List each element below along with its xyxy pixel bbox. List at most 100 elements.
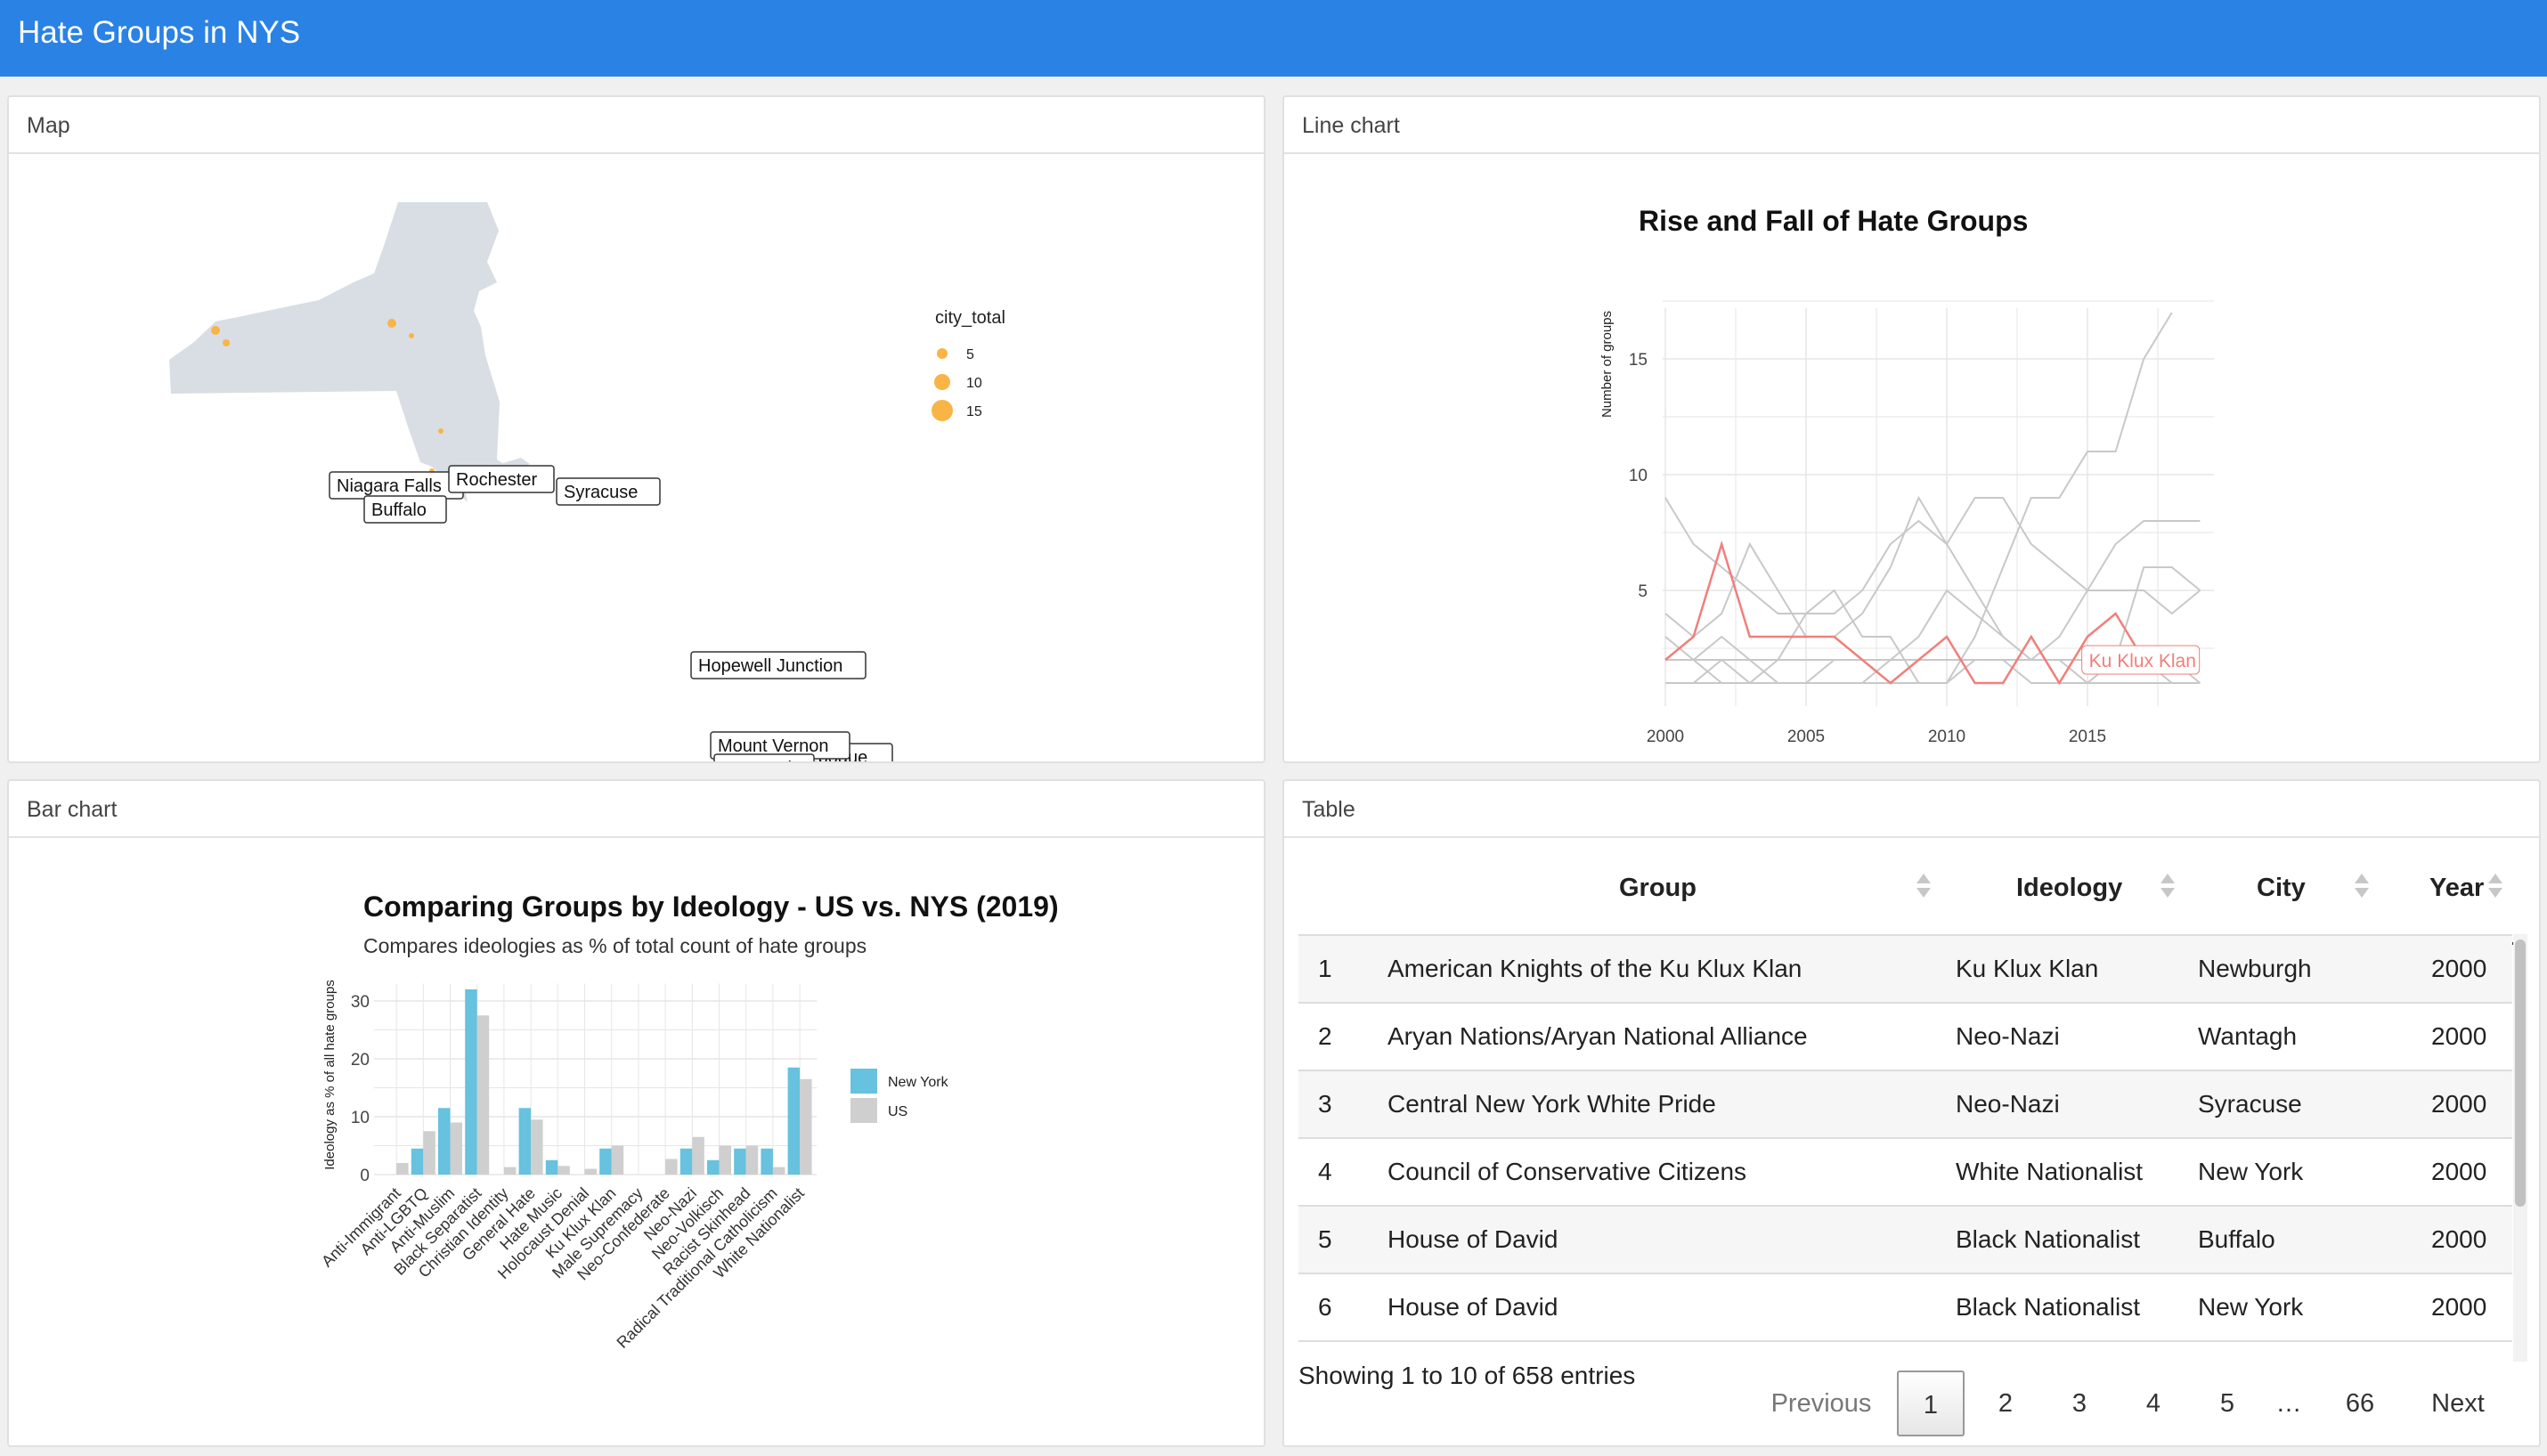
cell-group: Central New York White Pride <box>1387 1090 1716 1118</box>
legend-size-label: 5 <box>966 347 974 362</box>
table-row[interactable]: 5 House of David Black Nationalist Buffalo 2… <box>1298 1205 2512 1273</box>
sort-icon[interactable] <box>2488 872 2502 902</box>
table-row[interactable]: 2 Aryan Nations/Aryan National Alliance Ne… <box>1298 1002 2512 1070</box>
row-index: 4 <box>1318 1158 1332 1185</box>
map-city-point[interactable] <box>387 319 396 328</box>
legend-label: US <box>888 1104 907 1119</box>
pagination-page-5[interactable]: 5 <box>2193 1371 2261 1436</box>
table-row[interactable]: 4 Council of Conservative Citizens White N… <box>1298 1137 2512 1205</box>
x-tick-label: 2005 <box>1787 728 1825 746</box>
table-row[interactable]: 1 American Knights of the Ku Klux Klan Ku … <box>1298 934 2512 1002</box>
cell-city: Newburgh <box>2198 955 2312 982</box>
map-city-point[interactable] <box>409 333 414 338</box>
sort-icon[interactable] <box>2160 872 2175 902</box>
cell-group: American Knights of the Ku Klux Klan <box>1387 955 1802 982</box>
annotation-label: Ku Klux Klan <box>2089 651 2196 671</box>
y-tick-label: 15 <box>1629 351 1648 370</box>
cell-city: Wantagh <box>2198 1022 2298 1050</box>
pagination-previous[interactable]: Previous <box>1763 1371 1879 1436</box>
line-series <box>1664 312 2201 686</box>
pagination-page-1[interactable]: 1 <box>1897 1371 1965 1436</box>
row-index: 6 <box>1318 1293 1332 1321</box>
map-city-point[interactable] <box>211 326 220 335</box>
pagination-page-66[interactable]: 66 <box>2324 1371 2396 1436</box>
pagination-next[interactable]: Next <box>2413 1371 2502 1436</box>
sort-icon[interactable] <box>2355 872 2369 902</box>
bar-us <box>450 1122 462 1175</box>
legend-size-point <box>937 348 948 359</box>
line-chart[interactable]: Rise and Fall of Hate Groups Number of g… <box>1284 97 2541 763</box>
svg-text:New York: New York <box>721 759 797 763</box>
bar-legend: New York US <box>850 1069 949 1123</box>
panel-title: Table <box>1302 797 1355 822</box>
map-city-label: Niagara Falls <box>329 471 464 500</box>
line-chart-panel: Line chart Rise and Fall of Hate Groups … <box>1282 95 2541 763</box>
svg-text:Niagara Falls: Niagara Falls <box>337 476 442 496</box>
bar-chart-panel: Bar chart Comparing Groups by Ideology -… <box>7 779 1265 1447</box>
pagination-page-3[interactable]: 3 <box>2046 1371 2113 1436</box>
col-header-year[interactable]: Year <box>2429 874 2484 903</box>
bar-new-york <box>599 1148 612 1175</box>
col-header-city[interactable]: City <box>2257 874 2306 903</box>
cell-group: House of David <box>1387 1293 1558 1321</box>
legend-swatch <box>850 1098 877 1123</box>
cell-year: 2000 <box>2431 1090 2487 1118</box>
pagination-page-4[interactable]: 4 <box>2120 1371 2187 1436</box>
map-city-point[interactable] <box>223 339 230 346</box>
cell-ideology: Black Nationalist <box>1956 1225 2140 1253</box>
table-row[interactable]: 3 Central New York White Pride Neo-Nazi Syr… <box>1298 1070 2512 1137</box>
map-plot[interactable]: ...ows...pogueNiagara FallsRochesterBuff… <box>9 97 1265 763</box>
bar-bars: Anti-ImmigrantAnti-LGBTQAnti-MuslimBlack… <box>318 989 812 1352</box>
bar-new-york <box>787 1067 801 1175</box>
cell-ideology: Black Nationalist <box>1956 1293 2140 1321</box>
bar-chart-title: Comparing Groups by Ideology - US vs. NY… <box>363 891 1059 923</box>
legend-swatch <box>850 1069 877 1094</box>
bar-us <box>800 1078 812 1175</box>
cell-group: House of David <box>1387 1225 1558 1253</box>
pagination-ellipsis: … <box>2275 1389 2302 1418</box>
cell-ideology: Ku Klux Klan <box>1956 955 2099 982</box>
bar-us <box>611 1145 624 1175</box>
bar-chart[interactable]: Comparing Groups by Ideology - US vs. NY… <box>9 781 1265 1447</box>
row-index: 1 <box>1318 955 1332 982</box>
cell-group: Aryan Nations/Aryan National Alliance <box>1387 1022 1808 1050</box>
bar-us <box>503 1167 517 1175</box>
table-row[interactable]: 6 House of David Black Nationalist New York… <box>1298 1273 2512 1340</box>
bar-new-york <box>465 989 477 1175</box>
panel-header: Table <box>1284 781 2539 838</box>
y-tick-label: 10 <box>351 1109 370 1127</box>
cell-year: 2000 <box>2431 1293 2487 1321</box>
map-city-label: Buffalo <box>363 495 447 524</box>
map-city-point[interactable] <box>438 428 443 434</box>
nys-state-shape <box>169 202 517 502</box>
map-city-label: Hopewell Junction <box>690 651 867 679</box>
bar-chart-subtitle: Compares ideologies as % of total count … <box>363 934 867 957</box>
table-header: Group Ideology City Year <box>1298 838 2527 945</box>
table-scrollbar[interactable] <box>2513 934 2527 1362</box>
table-row[interactable] <box>1298 1340 2512 1362</box>
bar-new-york <box>679 1148 693 1175</box>
legend-size-point <box>934 374 950 390</box>
col-header-group[interactable]: Group <box>1619 874 1697 903</box>
bar-us <box>745 1145 759 1175</box>
table-body: 1 American Knights of the Ku Klux Klan Ku … <box>1298 934 2512 1362</box>
cell-city: New York <box>2198 1293 2304 1321</box>
cell-group: Council of Conservative Citizens <box>1387 1158 1747 1185</box>
svg-text:Rochester: Rochester <box>456 470 537 490</box>
y-tick-label: 30 <box>351 993 370 1012</box>
app-title: Hate Groups in NYS <box>18 15 301 50</box>
cell-year: 2000 <box>2431 1158 2487 1185</box>
pagination-page-2[interactable]: 2 <box>1972 1371 2039 1436</box>
line-chart-ylabel: Number of groups <box>1599 311 1615 418</box>
scrollbar-thumb[interactable] <box>2515 939 2526 1207</box>
bar-new-york <box>761 1148 773 1175</box>
bar-new-york <box>411 1148 424 1175</box>
table-panel: Table Group Ideology City Year 1 American… <box>1282 779 2541 1447</box>
col-header-ideology[interactable]: Ideology <box>2016 874 2122 903</box>
line-chart-title: Rise and Fall of Hate Groups <box>1639 205 2028 237</box>
sort-icon[interactable] <box>1916 872 1931 902</box>
svg-text:Buffalo: Buffalo <box>371 500 427 520</box>
cell-city: Buffalo <box>2198 1225 2275 1253</box>
bar-us <box>423 1131 435 1175</box>
map-city-label: Syracuse <box>556 477 661 506</box>
